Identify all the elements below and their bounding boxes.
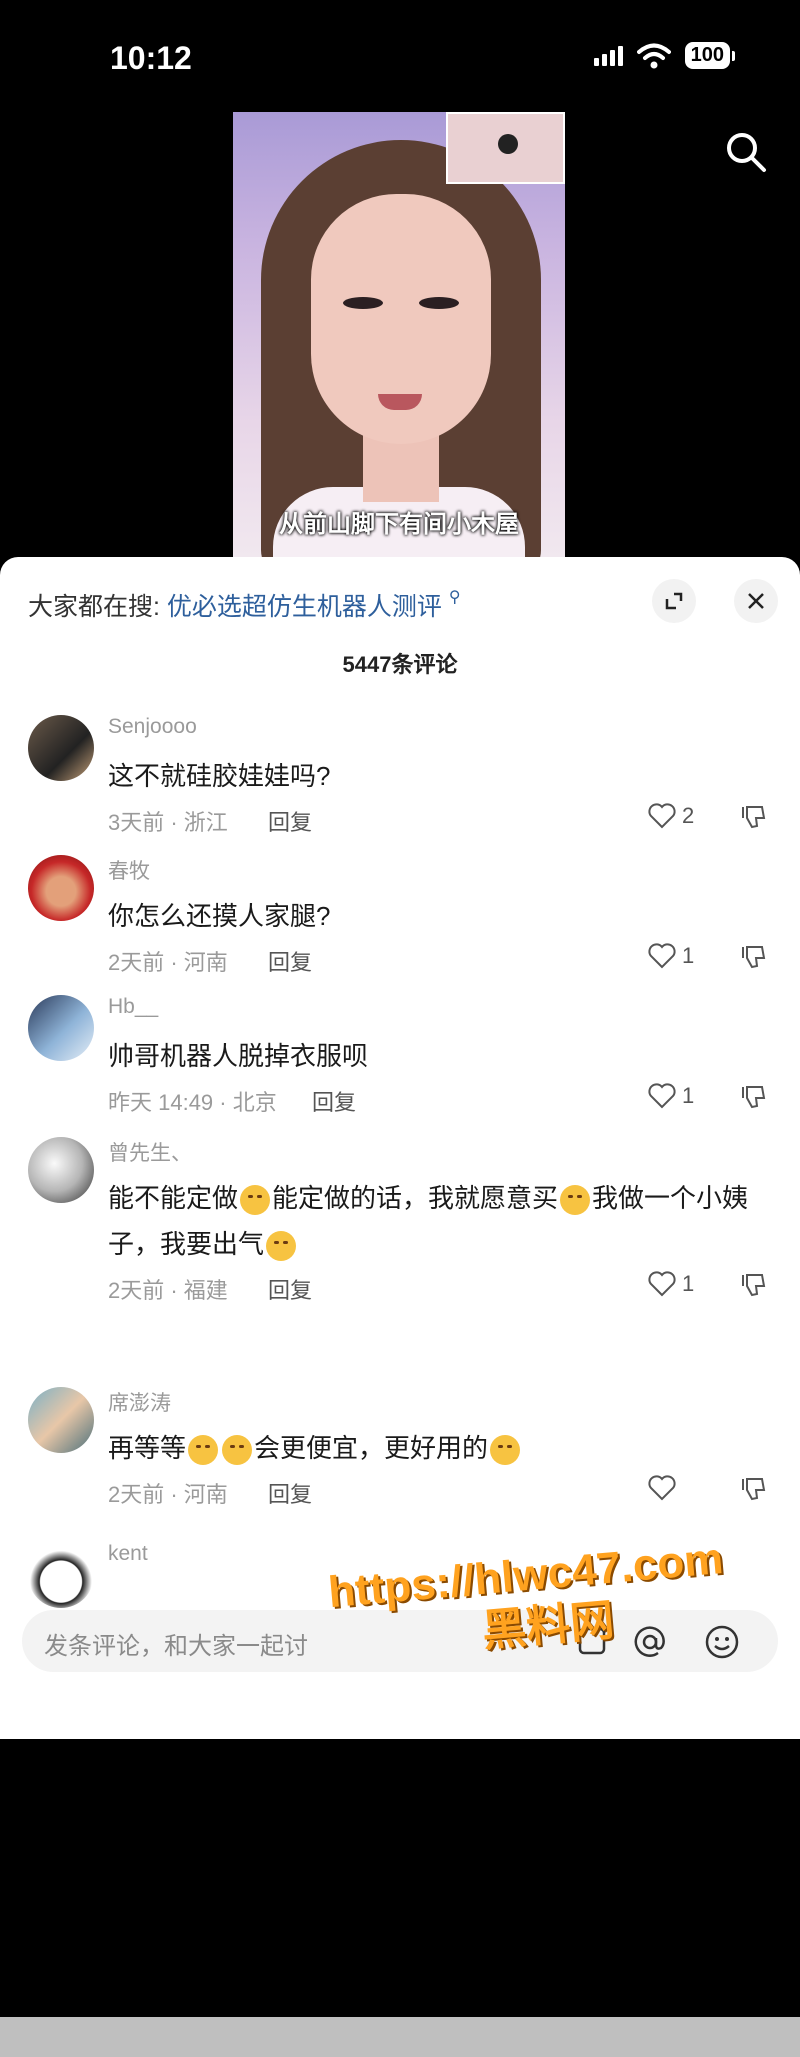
close-button[interactable] xyxy=(734,579,778,623)
heart-icon xyxy=(648,943,676,969)
like-count: 1 xyxy=(682,943,695,968)
reply-button[interactable]: 回复 xyxy=(268,1273,312,1305)
comment-text: 这不就硅胶娃娃吗? xyxy=(108,761,331,791)
comment-count: 5447条评论 xyxy=(342,652,458,677)
like-count: 1 xyxy=(682,1083,695,1108)
status-icons: 100 xyxy=(593,42,736,69)
comment-meta: 2天前 · 河南 xyxy=(108,950,228,975)
scroll-fade xyxy=(0,2017,800,2057)
comment-meta: 3天前 · 浙江 xyxy=(108,810,228,835)
smile-emoji-icon xyxy=(240,1185,271,1216)
comment-input-placeholder[interactable]: 发条评论，和大家一起讨 xyxy=(44,1626,308,1661)
smile-emoji-icon xyxy=(560,1185,591,1216)
dislike-icon[interactable] xyxy=(740,803,768,831)
comment-username[interactable]: 席澎涛 xyxy=(108,1387,171,1417)
dislike-icon[interactable] xyxy=(740,1271,768,1299)
video-caption: 从前山脚下有间小木屋 xyxy=(279,511,519,538)
dislike-icon[interactable] xyxy=(740,1475,768,1503)
comment-text: 能不能定做 能定做的话，我就愿意买 我做一个小姨子，我要出气 xyxy=(108,1175,758,1267)
avatar[interactable] xyxy=(28,1542,94,1608)
comment-text: 帅哥机器人脱掉衣服呗 xyxy=(108,1041,369,1071)
comment-meta: 2天前 · 福建 xyxy=(108,1278,228,1303)
avatar[interactable] xyxy=(28,855,94,921)
comment-meta: 昨天 14:49 · 北京 xyxy=(108,1090,277,1115)
pip-video[interactable] xyxy=(446,112,565,184)
avatar[interactable] xyxy=(28,715,94,781)
avatar[interactable] xyxy=(28,1387,94,1453)
expand-button[interactable] xyxy=(652,579,696,623)
video-player[interactable]: 从前山脚下有间小木屋 xyxy=(233,112,565,557)
comment-text: 再等等 会更便宜，更好用的 xyxy=(108,1425,758,1471)
like-button[interactable]: 1 xyxy=(648,1083,694,1109)
heart-icon xyxy=(648,803,676,829)
dislike-icon[interactable] xyxy=(740,1083,768,1111)
reply-button[interactable]: 回复 xyxy=(268,1477,312,1509)
heart-icon xyxy=(648,1083,676,1109)
pleading-emoji-icon xyxy=(222,1435,253,1466)
dislike-icon[interactable] xyxy=(740,943,768,971)
battery-indicator: 100 xyxy=(684,42,736,69)
close-icon xyxy=(748,593,764,609)
reply-button[interactable]: 回复 xyxy=(268,805,312,837)
comment-username[interactable]: 春牧 xyxy=(108,855,150,885)
pip-figure xyxy=(498,134,518,154)
status-time: 10:12 xyxy=(110,40,192,76)
comment-username[interactable]: 曾先生、 xyxy=(108,1137,192,1167)
reply-button[interactable]: 回复 xyxy=(312,1085,356,1117)
signal-icon xyxy=(593,45,623,66)
avatar[interactable] xyxy=(28,995,94,1061)
comment-username[interactable]: Hb__ xyxy=(108,995,158,1019)
like-button[interactable] xyxy=(648,1475,676,1501)
video-frame-eye xyxy=(343,297,383,309)
comment-username[interactable]: Senjoooo xyxy=(108,715,197,739)
trending-query-link[interactable]: 优必选超仿生机器人测评 xyxy=(167,593,442,621)
video-frame-eye xyxy=(419,297,459,309)
reply-button[interactable]: 回复 xyxy=(268,945,312,977)
like-button[interactable]: 2 xyxy=(648,803,694,829)
expand-icon xyxy=(665,592,683,610)
comment-text-part: 会更便宜，更好用的 xyxy=(254,1433,489,1463)
comment-text: 你怎么还摸人家腿? xyxy=(108,901,331,931)
comment-text-part: 能不能定做 xyxy=(108,1183,239,1213)
wifi-icon xyxy=(636,43,671,68)
smile-emoji-icon xyxy=(266,1231,297,1262)
comment-text-part: 能定做的话，我就愿意买 xyxy=(272,1183,559,1213)
comment-meta: 2天前 · 河南 xyxy=(108,1482,228,1507)
heart-icon xyxy=(648,1271,676,1297)
comment-username[interactable]: kent xyxy=(108,1542,148,1566)
search-small-icon: ⚲ xyxy=(448,589,461,606)
trending-label: 大家都在搜: xyxy=(28,593,160,621)
thinking-emoji-icon xyxy=(490,1435,521,1466)
status-bar: 10:12 100 xyxy=(0,0,800,110)
like-count: 2 xyxy=(682,803,695,828)
comment-text-part: 再等等 xyxy=(108,1433,187,1463)
like-button[interactable]: 1 xyxy=(648,1271,694,1297)
search-icon[interactable] xyxy=(722,128,770,176)
like-count: 1 xyxy=(682,1271,695,1296)
like-button[interactable]: 1 xyxy=(648,943,694,969)
avatar[interactable] xyxy=(28,1137,94,1203)
pleading-emoji-icon xyxy=(188,1435,219,1466)
trending-search[interactable]: 大家都在搜: 优必选超仿生机器人测评 ⚲ xyxy=(28,587,461,623)
heart-icon xyxy=(648,1475,676,1501)
